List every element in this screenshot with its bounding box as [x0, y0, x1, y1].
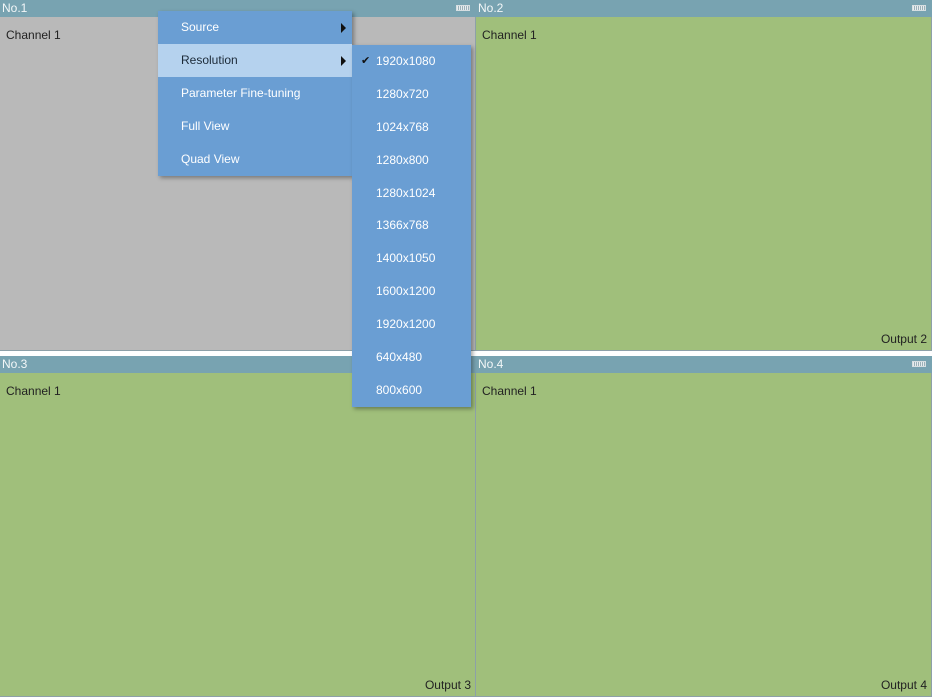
submenu-arrow-icon [341, 56, 346, 66]
resolution-label: 1400x1050 [376, 251, 436, 266]
resolution-option[interactable]: ✔ 1920x1080 [352, 45, 471, 78]
menu-item-source[interactable]: Source [158, 11, 352, 44]
quad-view-screen: No.1 Channel 1 No.2 Channel 1 Output 2 N… [0, 0, 932, 697]
panel-title: No.3 [2, 357, 28, 371]
panel-title: No.1 [2, 1, 28, 15]
resolution-label: 1280x800 [376, 152, 429, 167]
channel-label: Channel 1 [6, 28, 61, 42]
channel-label: Channel 1 [6, 384, 61, 398]
panel-body[interactable]: Channel 1 Output 2 [476, 17, 932, 351]
menu-item-label: Full View [181, 119, 230, 133]
resolution-option[interactable]: 1920x1200 [352, 308, 471, 341]
panel-header[interactable]: No.2 [476, 0, 932, 17]
output-label: Output 2 [880, 332, 927, 346]
resolution-label: 1366x768 [376, 218, 429, 233]
grip-icon[interactable] [912, 5, 926, 11]
menu-item-label: Source [181, 20, 220, 34]
panel-body[interactable]: Channel 1 Output 3 [0, 373, 476, 697]
panel-title: No.2 [478, 1, 504, 15]
resolution-label: 1920x1200 [376, 317, 436, 332]
grip-icon[interactable] [456, 5, 470, 11]
panel-no2[interactable]: No.2 Channel 1 Output 2 [476, 0, 932, 351]
panel-header[interactable]: No.4 [476, 356, 932, 373]
resolution-option[interactable]: 1024x768 [352, 111, 471, 144]
resolution-option[interactable]: 800x600 [352, 374, 471, 407]
menu-item-label: Resolution [181, 53, 238, 67]
menu-item-resolution[interactable]: Resolution [158, 44, 352, 77]
channel-label: Channel 1 [482, 384, 537, 398]
context-menu: Source Resolution Parameter Fine-tuning … [158, 11, 352, 176]
grip-icon[interactable] [912, 361, 926, 367]
output-label: Output 3 [424, 678, 471, 692]
resolution-label: 1920x1080 [376, 54, 436, 68]
resolution-option[interactable]: 1280x1024 [352, 177, 471, 210]
resolution-option[interactable]: 640x480 [352, 341, 471, 374]
resolution-option[interactable]: 1280x800 [352, 144, 471, 177]
menu-item-label: Quad View [181, 152, 240, 166]
resolution-label: 1024x768 [376, 119, 429, 134]
submenu-arrow-icon [341, 23, 346, 33]
resolution-label: 1280x720 [376, 86, 429, 101]
menu-item-parameter-fine-tuning[interactable]: Parameter Fine-tuning [158, 77, 352, 110]
checkmark-icon: ✔ [361, 55, 371, 67]
panel-body[interactable]: Channel 1 Output 4 [476, 373, 932, 697]
menu-item-full-view[interactable]: Full View [158, 110, 352, 143]
panel-no4[interactable]: No.4 Channel 1 Output 4 [476, 356, 932, 697]
channel-label: Channel 1 [482, 28, 537, 42]
resolution-option[interactable]: 1400x1050 [352, 242, 471, 275]
resolution-option[interactable]: 1280x720 [352, 78, 471, 111]
resolution-option[interactable]: 1366x768 [352, 209, 471, 242]
panel-no3[interactable]: No.3 Channel 1 Output 3 [0, 356, 476, 697]
resolution-label: 800x600 [376, 382, 423, 397]
resolution-label: 640x480 [376, 350, 423, 365]
resolution-submenu: ✔ 1920x1080 1280x720 1024x768 1280x800 1… [352, 45, 471, 407]
panel-title: No.4 [478, 357, 504, 371]
resolution-option[interactable]: 1600x1200 [352, 275, 471, 308]
menu-item-quad-view[interactable]: Quad View [158, 143, 352, 176]
resolution-label: 1600x1200 [376, 284, 436, 299]
output-label: Output 4 [880, 678, 927, 692]
menu-item-label: Parameter Fine-tuning [181, 86, 301, 100]
resolution-label: 1280x1024 [376, 185, 436, 200]
